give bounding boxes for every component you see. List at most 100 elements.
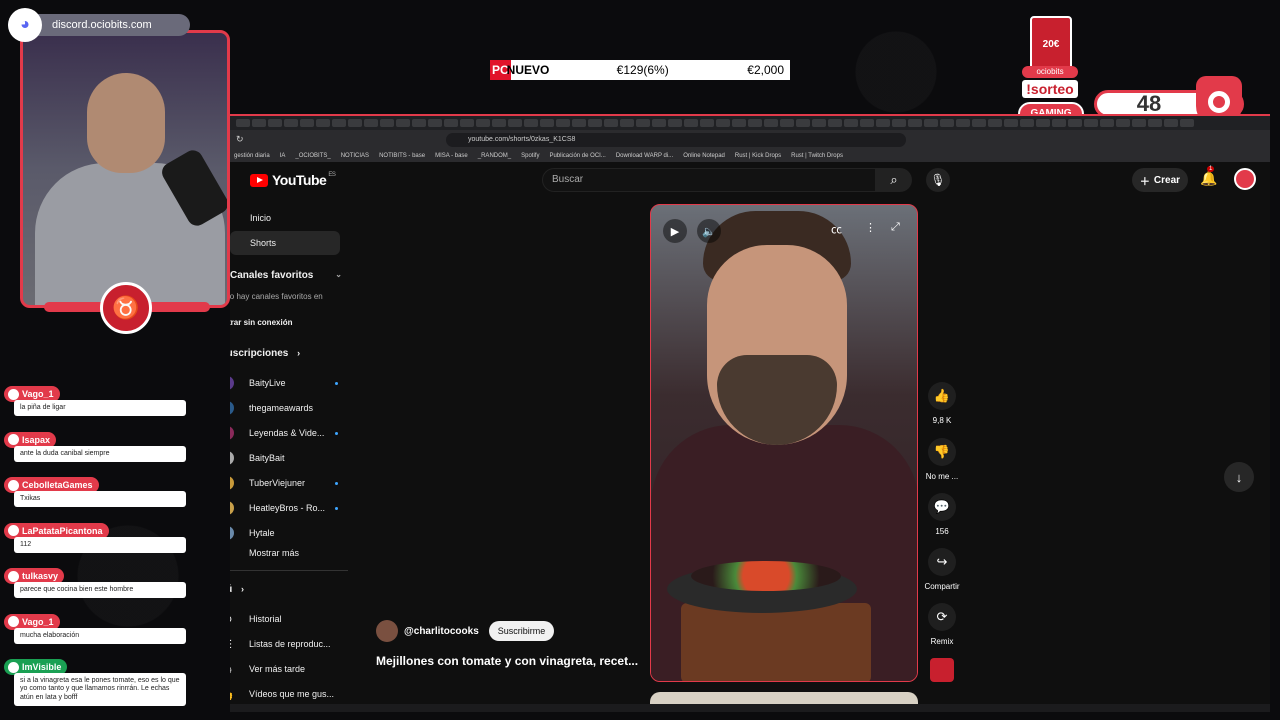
bookmark-item[interactable]: _RANDOM_ <box>478 153 511 159</box>
browser-tab[interactable] <box>620 119 634 127</box>
browser-tab[interactable] <box>412 119 426 127</box>
browser-tab[interactable] <box>444 119 458 127</box>
arrow-down-icon[interactable]: ↓ <box>1224 462 1254 492</box>
browser-tab[interactable] <box>652 119 666 127</box>
sidebar-item-home[interactable]: Inicio <box>230 206 340 230</box>
bookmark-item[interactable]: MISA - base <box>435 153 468 159</box>
dislike-button[interactable]: 👎 No me ... <box>922 438 962 481</box>
create-button[interactable]: ＋ Crear <box>1132 168 1188 192</box>
browser-tab[interactable] <box>732 119 746 127</box>
browser-tab[interactable] <box>316 119 330 127</box>
bookmark-item[interactable]: Rust | Kick Drops <box>735 153 781 159</box>
browser-tab[interactable] <box>348 119 362 127</box>
library-item[interactable]: ◷ Ver más tarde <box>230 658 338 680</box>
browser-tab[interactable] <box>1084 119 1098 127</box>
search-icon[interactable]: ⌕ <box>876 168 912 192</box>
browser-tab[interactable] <box>988 119 1002 127</box>
bookmark-item[interactable]: Rust | Twitch Drops <box>791 153 843 159</box>
browser-tab[interactable] <box>892 119 906 127</box>
bookmark-item[interactable]: Spotify <box>521 153 539 159</box>
browser-tab[interactable] <box>476 119 490 127</box>
bookmark-item[interactable]: IA <box>280 153 286 159</box>
browser-tab[interactable] <box>668 119 682 127</box>
bookmark-item[interactable]: Publicación de OCI... <box>549 153 605 159</box>
bookmark-item[interactable]: NOTIBITS - base <box>379 153 425 159</box>
bookmark-item[interactable]: Download WARP di... <box>616 153 673 159</box>
browser-tab[interactable] <box>1180 119 1194 127</box>
show-more-button[interactable]: ⌄ Mostrar más <box>230 542 338 564</box>
url-field[interactable]: youtube.com/shorts/0zkas_K1CS8 <box>446 133 906 147</box>
bookmark-item[interactable]: Online Notepad <box>683 153 725 159</box>
channel-avatar[interactable] <box>376 620 398 642</box>
volume-icon[interactable]: 🔈 <box>697 219 721 243</box>
search-input[interactable]: Buscar <box>542 168 876 192</box>
browser-tab[interactable] <box>396 119 410 127</box>
browser-tab[interactable] <box>540 119 554 127</box>
browser-tab[interactable] <box>524 119 538 127</box>
bookmark-item[interactable]: NOTICIAS <box>341 153 369 159</box>
reload-icon[interactable]: ↻ <box>236 134 244 145</box>
browser-tab[interactable] <box>636 119 650 127</box>
play-icon[interactable]: ▶ <box>663 219 687 243</box>
browser-tab[interactable] <box>924 119 938 127</box>
more-options-icon[interactable]: ⋮ <box>865 221 876 234</box>
browser-tab[interactable] <box>956 119 970 127</box>
browser-tab[interactable] <box>1100 119 1114 127</box>
subscriptions-heading[interactable]: Suscripciones › <box>230 348 300 359</box>
browser-tab[interactable] <box>300 119 314 127</box>
short-title[interactable]: Mejillones con tomate y con vinagreta, r… <box>376 654 646 668</box>
library-item[interactable]: 👍 Vídeos que me gus... <box>230 683 338 705</box>
browser-tab[interactable] <box>428 119 442 127</box>
subscription-item[interactable]: Hytale <box>230 522 338 544</box>
browser-tab[interactable] <box>812 119 826 127</box>
browser-tab[interactable] <box>268 119 282 127</box>
browser-tab[interactable] <box>828 119 842 127</box>
subscription-item[interactable]: BaityLive <box>230 372 338 394</box>
channel-thumbnail[interactable] <box>930 658 954 682</box>
comments-button[interactable]: 💬 156 <box>922 493 962 536</box>
share-button[interactable]: ↪ Compartir <box>922 548 962 591</box>
browser-tab[interactable] <box>684 119 698 127</box>
captions-icon[interactable]: ㏄ <box>831 221 842 237</box>
subscription-item[interactable]: TuberViejuner <box>230 472 338 494</box>
subscribe-button[interactable]: Suscribirme <box>488 621 555 641</box>
browser-tab[interactable] <box>588 119 602 127</box>
browser-tab[interactable] <box>700 119 714 127</box>
subscription-item[interactable]: thegameawards <box>230 397 338 419</box>
subscription-item[interactable]: Leyendas & Vide... <box>230 422 338 444</box>
library-item[interactable]: ☰ Listas de reproduc... <box>230 633 338 655</box>
fullscreen-icon[interactable]: ⤢ <box>891 221 900 234</box>
browser-tab[interactable] <box>876 119 890 127</box>
sidebar-item-shorts[interactable]: Shorts <box>230 231 340 255</box>
browser-tab[interactable] <box>236 119 250 127</box>
notifications-icon[interactable]: 🔔 <box>1200 170 1217 187</box>
browser-tab[interactable] <box>796 119 810 127</box>
browser-tab[interactable] <box>508 119 522 127</box>
subscription-item[interactable]: HeatleyBros - Ro... <box>230 497 338 519</box>
browser-tab[interactable] <box>364 119 378 127</box>
browser-tab[interactable] <box>1068 119 1082 127</box>
browser-tab[interactable] <box>716 119 730 127</box>
browser-tab[interactable] <box>1148 119 1162 127</box>
browser-tab[interactable] <box>252 119 266 127</box>
browser-tab[interactable] <box>556 119 570 127</box>
browser-tab[interactable] <box>972 119 986 127</box>
browser-tab[interactable] <box>940 119 954 127</box>
browser-tab[interactable] <box>748 119 762 127</box>
browser-tab[interactable] <box>604 119 618 127</box>
bookmark-item[interactable]: _OCIOBITS_ <box>295 153 330 159</box>
remix-button[interactable]: ⟳ Remix <box>922 603 962 646</box>
you-heading[interactable]: Tú › <box>230 584 244 595</box>
browser-tab[interactable] <box>1036 119 1050 127</box>
subscription-item[interactable]: BaityBait <box>230 447 338 469</box>
library-item[interactable]: ⟲ Historial <box>230 608 338 630</box>
offline-link[interactable]: Mostrar sin conexión <box>230 318 292 327</box>
shorts-player[interactable]: ▶ 🔈 ㏄ ⋮ ⤢ <box>650 204 918 682</box>
browser-tab[interactable] <box>764 119 778 127</box>
browser-tab[interactable] <box>460 119 474 127</box>
youtube-logo[interactable]: YouTube ES <box>250 172 336 188</box>
browser-tab[interactable] <box>908 119 922 127</box>
browser-tab[interactable] <box>492 119 506 127</box>
browser-tab[interactable] <box>1004 119 1018 127</box>
browser-tab[interactable] <box>380 119 394 127</box>
